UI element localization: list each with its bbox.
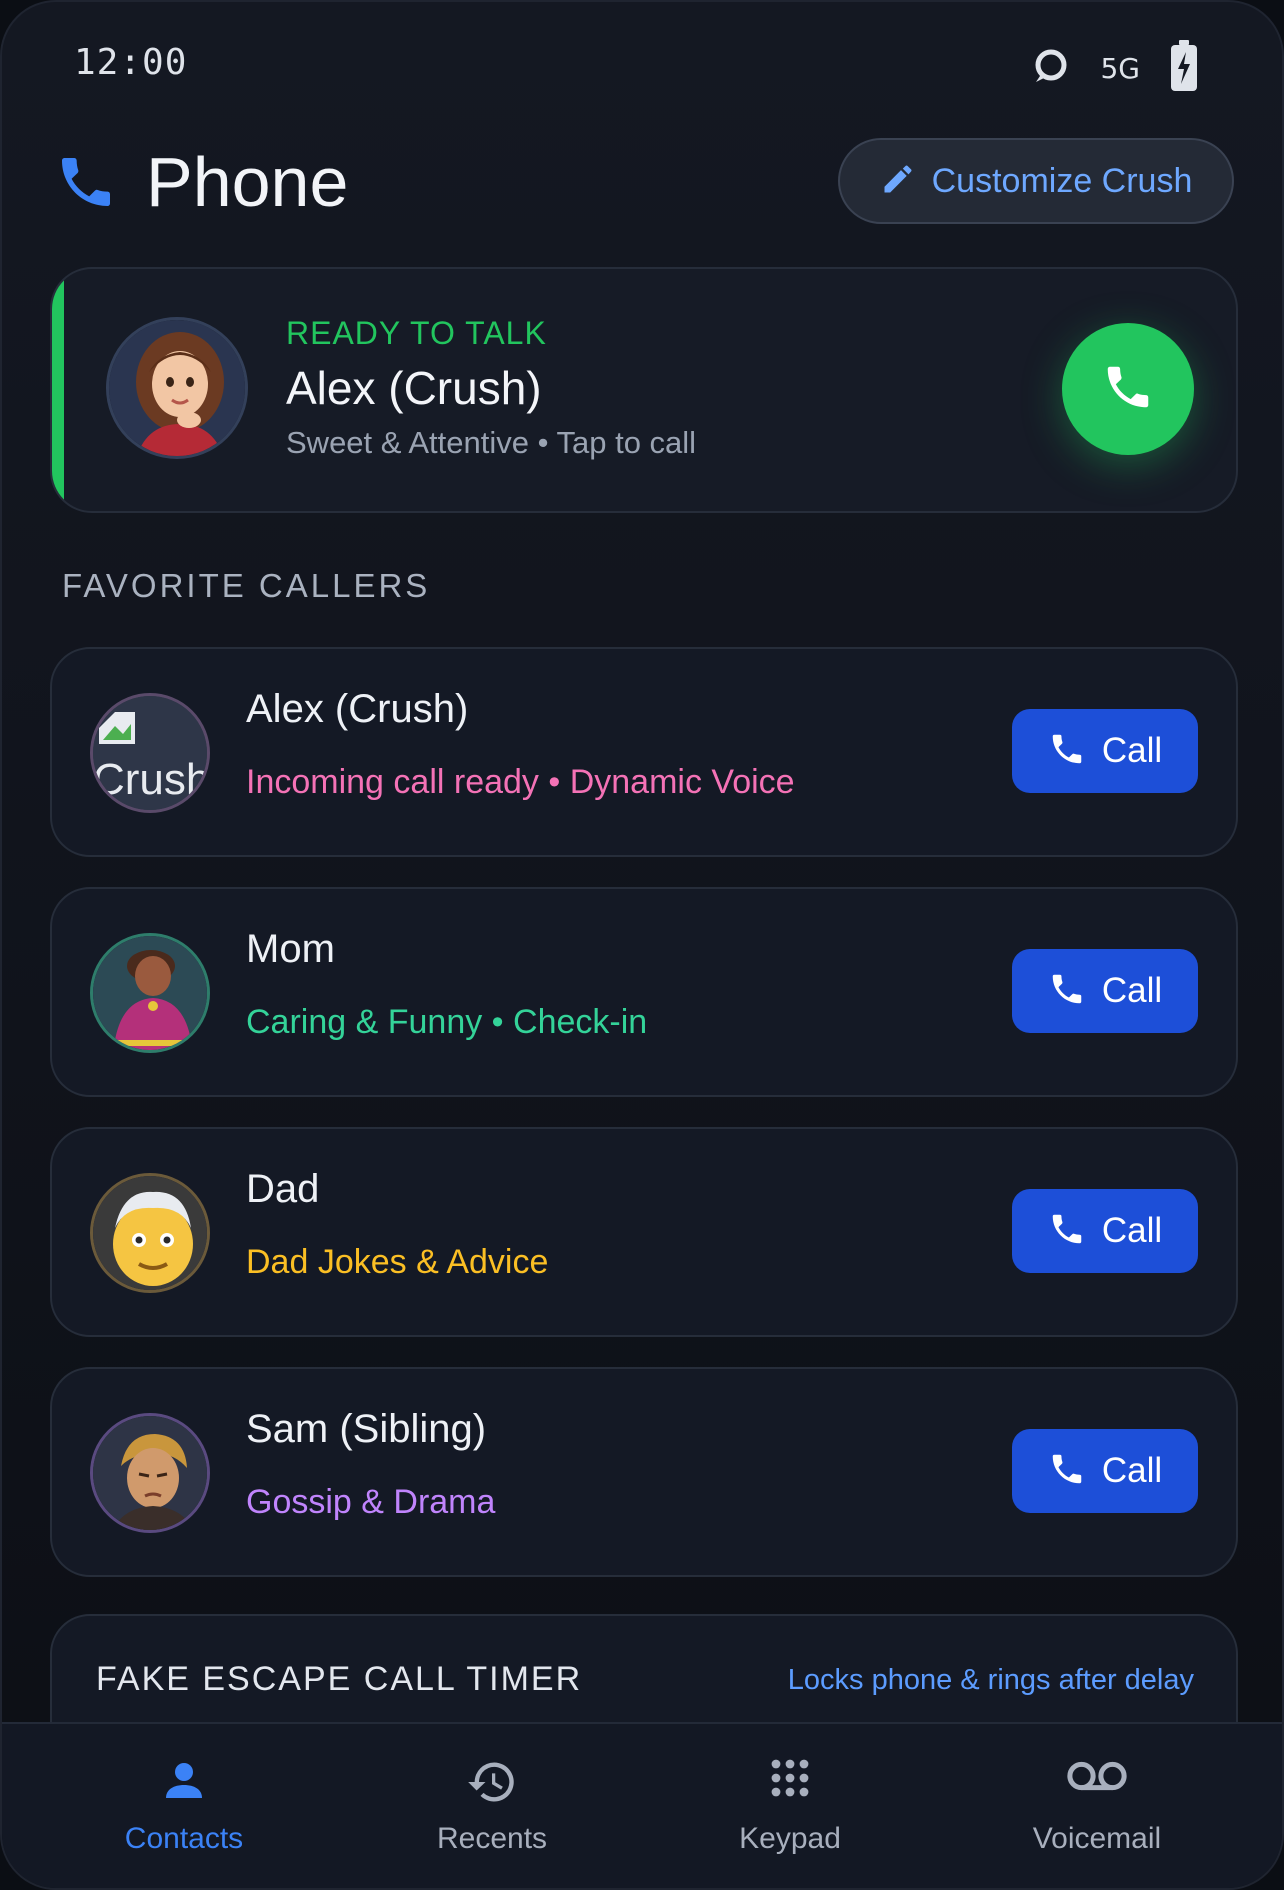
network-type: 5G	[1100, 51, 1140, 85]
favorite-caller-card[interactable]: Crush Alex (Crush) Incoming call ready •…	[50, 647, 1238, 857]
caller-name: Dad	[246, 1167, 320, 1211]
phone-icon	[1048, 970, 1086, 1012]
caller-description: Caring & Funny • Check-in	[246, 1003, 648, 1041]
nav-voicemail[interactable]: Voicemail	[967, 1724, 1227, 1888]
favorite-callers-heading: FAVORITE CALLERS	[62, 567, 431, 604]
hero-subtitle: Sweet & Attentive • Tap to call	[286, 425, 697, 460]
escape-timer-hint: Locks phone & rings after delay	[787, 1664, 1194, 1696]
nav-label: Keypad	[739, 1822, 841, 1855]
caller-name: Alex (Crush)	[246, 687, 469, 731]
call-label: Call	[1101, 1211, 1163, 1250]
bottom-nav: Contacts Recents Keypad Voicemail	[2, 1722, 1282, 1888]
hero-status: READY TO TALK	[286, 315, 547, 351]
nav-label: Recents	[436, 1822, 548, 1855]
hero-accent-bar	[52, 269, 64, 511]
caller-description: Incoming call ready • Dynamic Voice	[246, 763, 795, 801]
nav-recents[interactable]: Recents	[362, 1724, 622, 1888]
avatar-crush-broken: Crush	[90, 693, 210, 813]
favorite-caller-card[interactable]: Sam (Sibling) Gossip & Drama Call	[50, 1367, 1238, 1577]
call-label: Call	[1101, 731, 1163, 770]
phone-icon	[1048, 1210, 1086, 1252]
favorite-caller-card[interactable]: Dad Dad Jokes & Advice Call	[50, 1127, 1238, 1337]
status-bar: 12:00 5G	[2, 2, 1282, 132]
caller-description: Gossip & Drama	[246, 1483, 496, 1521]
pencil-icon	[880, 161, 916, 201]
ready-to-talk-card[interactable]: READY TO TALK Alex (Crush) Sweet & Atten…	[50, 267, 1238, 513]
caller-description: Dad Jokes & Advice	[246, 1243, 549, 1281]
nav-contacts[interactable]: Contacts	[54, 1724, 314, 1888]
keypad-icon	[766, 1756, 814, 1808]
call-label: Call	[1101, 971, 1163, 1010]
nav-label: Contacts	[124, 1822, 244, 1855]
customize-crush-label: Customize Crush	[931, 161, 1193, 200]
nav-label: Voicemail	[1032, 1822, 1162, 1855]
person-icon	[160, 1756, 208, 1808]
avatar-alt-text: Crush	[93, 755, 210, 804]
call-button[interactable]: Call	[1012, 1189, 1198, 1273]
escape-timer-title: FAKE ESCAPE CALL TIMER	[96, 1660, 583, 1698]
avatar-mom	[90, 933, 210, 1053]
caller-name: Sam (Sibling)	[246, 1407, 487, 1451]
voicemail-icon	[1066, 1756, 1128, 1800]
favorite-caller-card[interactable]: Mom Caring & Funny • Check-in Call	[50, 887, 1238, 1097]
call-button[interactable]: Call	[1012, 1429, 1198, 1513]
phone-icon	[54, 150, 118, 218]
caller-name: Mom	[246, 927, 335, 971]
call-button[interactable]: Call	[1012, 709, 1198, 793]
page-title: Phone	[146, 143, 349, 221]
avatar-sibling	[90, 1413, 210, 1533]
call-label: Call	[1101, 1451, 1163, 1490]
customize-crush-button[interactable]: Customize Crush	[838, 138, 1234, 224]
status-time: 12:00	[74, 42, 188, 83]
phone-icon	[1048, 730, 1086, 772]
phone-screen: 12:00 5G Phone Customize Crush READY TO …	[0, 0, 1284, 1890]
sync-circle-icon	[1030, 46, 1070, 90]
history-icon	[466, 1756, 518, 1812]
app-header: Phone Customize Crush	[2, 132, 1282, 262]
hero-call-button[interactable]	[1062, 323, 1194, 455]
nav-keypad[interactable]: Keypad	[660, 1724, 920, 1888]
phone-icon	[1101, 360, 1155, 418]
hero-name: Alex (Crush)	[286, 362, 542, 414]
phone-icon	[1048, 1450, 1086, 1492]
call-button[interactable]: Call	[1012, 949, 1198, 1033]
avatar-crush	[106, 317, 248, 459]
battery-charging-icon	[1170, 40, 1198, 96]
status-icons: 5G	[1030, 40, 1198, 96]
avatar-dad	[90, 1173, 210, 1293]
